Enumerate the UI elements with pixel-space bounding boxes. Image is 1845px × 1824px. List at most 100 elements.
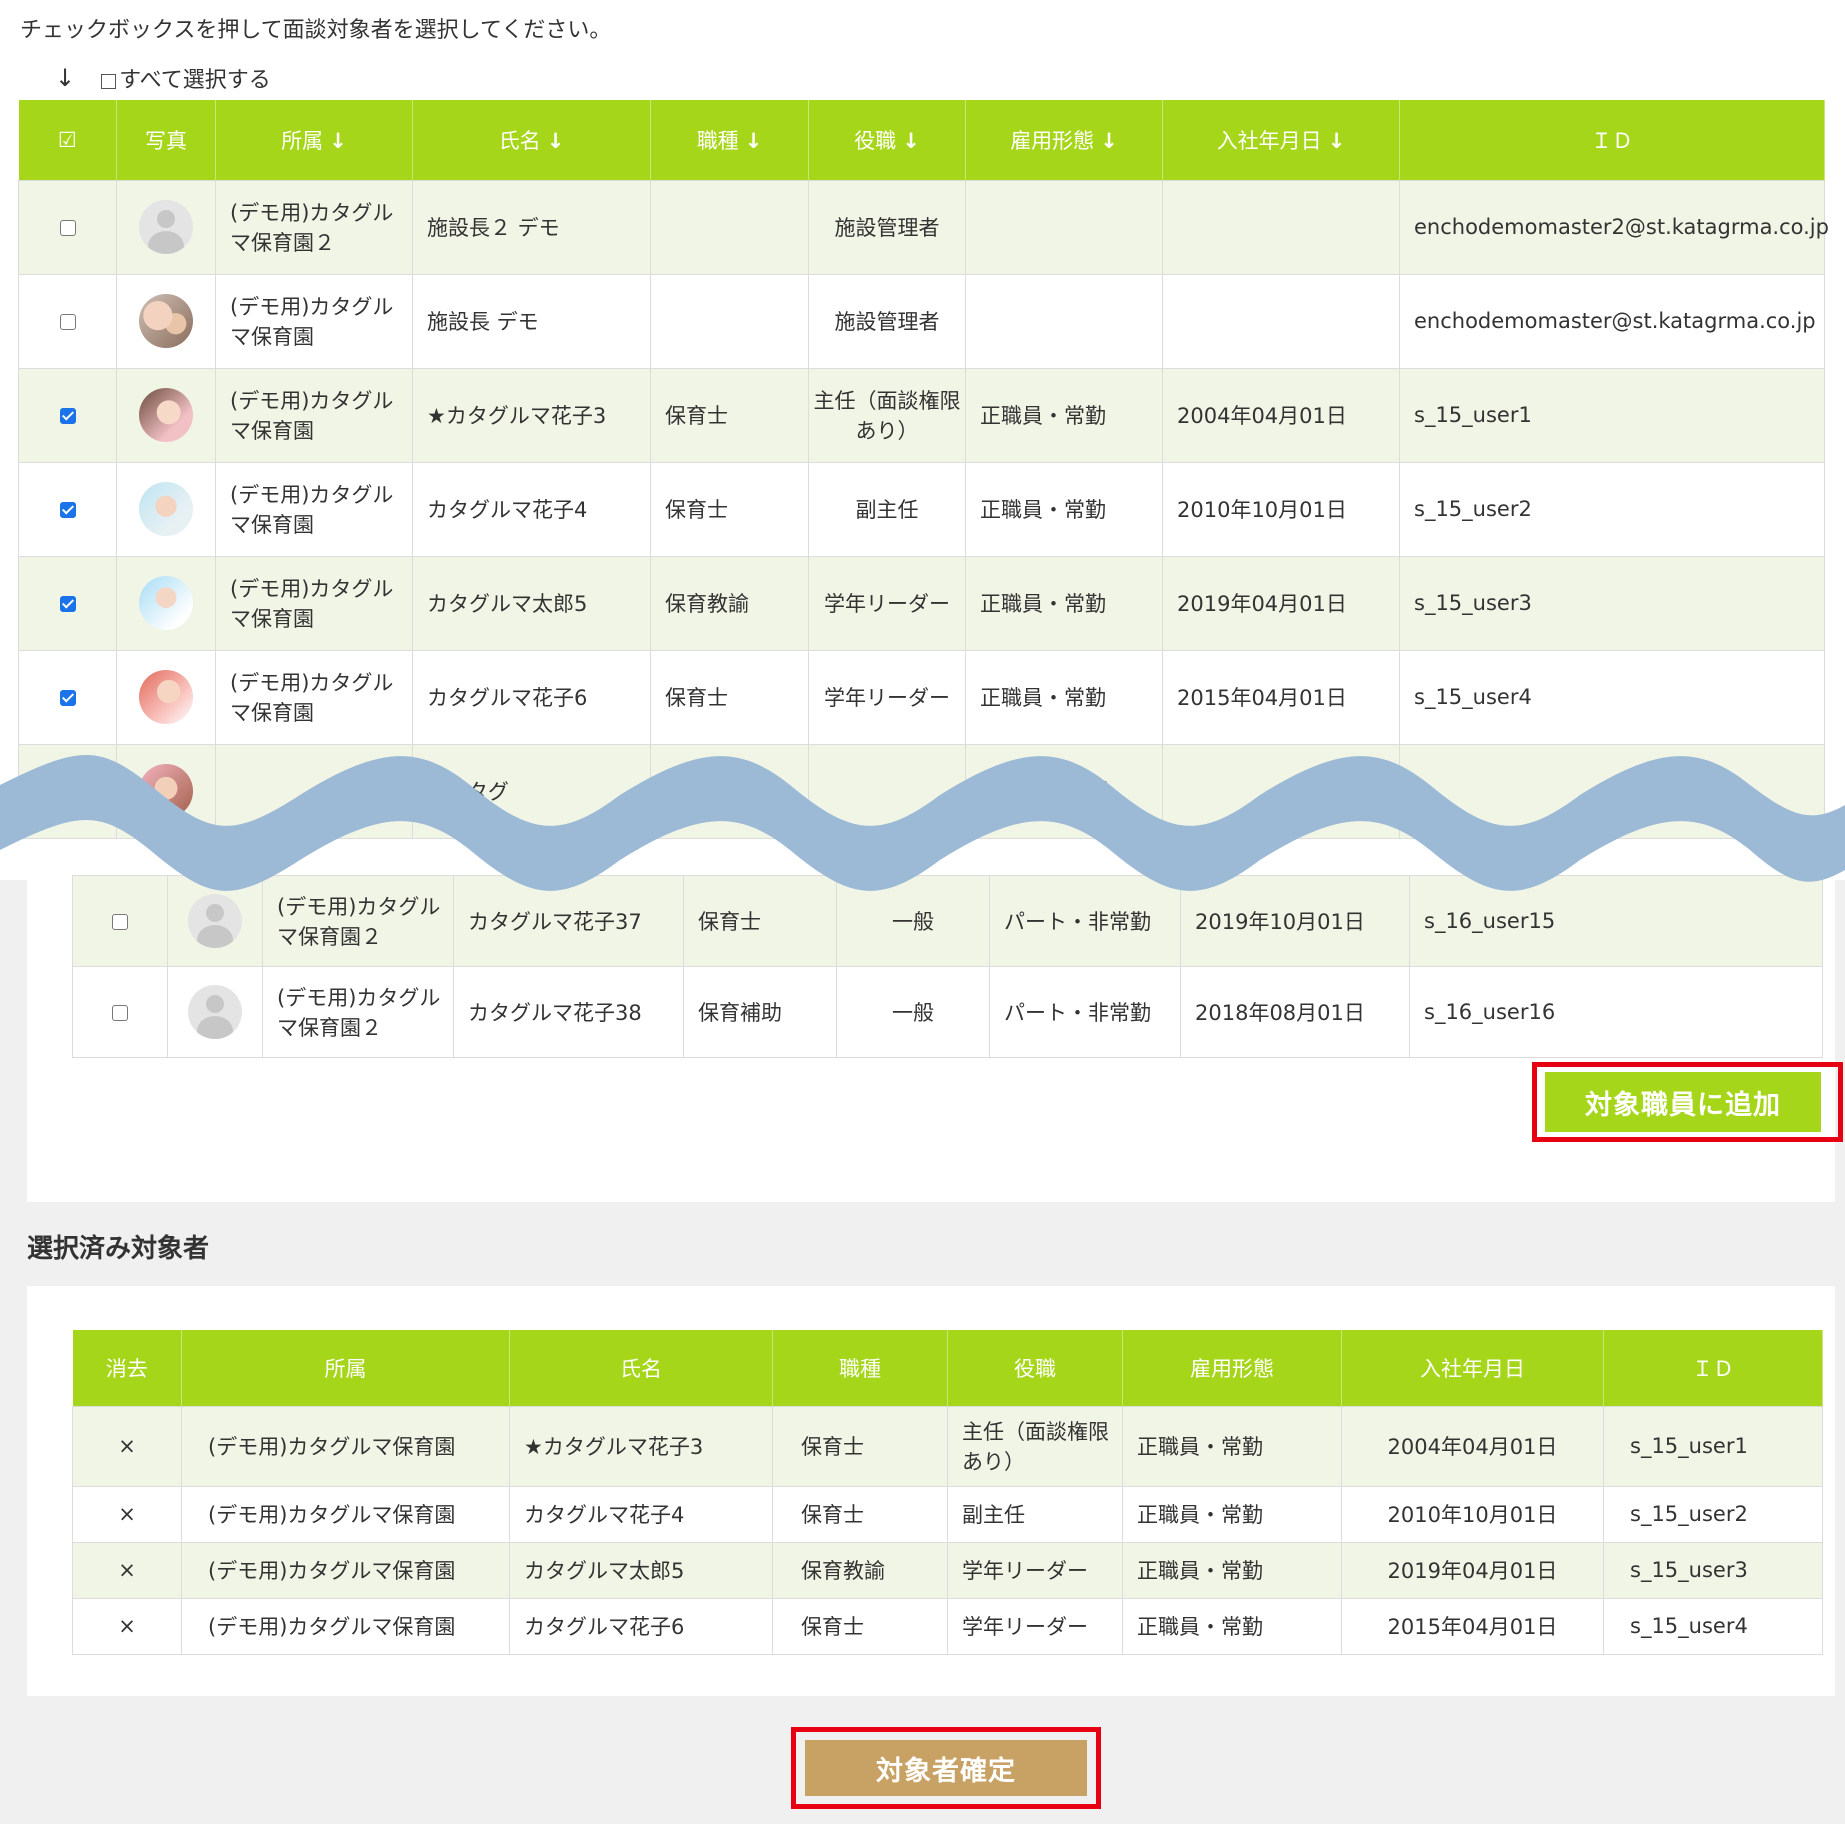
remove-icon[interactable]: × xyxy=(72,1485,182,1543)
cell-id: s_15_user2 xyxy=(1399,461,1825,557)
cell-position: 主任（面談権限あり） xyxy=(808,367,966,463)
cell-affiliation: (デモ用)カタグルマ保育園 xyxy=(181,1541,510,1599)
sort-arrow-icon: ↓ xyxy=(902,128,920,153)
confirm-targets-button[interactable]: 対象者確定 xyxy=(805,1740,1087,1796)
table-row: (デモ用)カタグルマ保育園 カタグルマ花子6 保育士 学年リーダー 正職員・常勤… xyxy=(18,649,1825,745)
avatar xyxy=(139,670,193,724)
header-check-all[interactable]: ☑ xyxy=(18,100,117,180)
cell-id: s_15_user4 xyxy=(1603,1597,1823,1655)
staff-table-header: ☑ 写真 所属 ↓ 氏名 ↓ 職種 ↓ 役職 ↓ 雇用形態 ↓ 入社年月日 ↓ ＩＤ xyxy=(18,100,1825,180)
cell-id: s_15_user1 xyxy=(1399,367,1825,463)
remove-icon[interactable]: × xyxy=(72,1541,182,1599)
row-checkbox[interactable] xyxy=(112,914,128,930)
cell-name: カタグルマ太郎5 xyxy=(509,1541,773,1599)
cell-joined: 2019年04月01日 xyxy=(1341,1541,1604,1599)
header-joined: 入社年月日 xyxy=(1341,1330,1604,1406)
sort-arrow-icon: ↓ xyxy=(1327,128,1346,153)
header-employment: 雇用形態 xyxy=(1122,1330,1342,1406)
row-checkbox[interactable] xyxy=(59,690,76,706)
header-affiliation[interactable]: 所属 ↓ xyxy=(215,100,413,180)
cell-id: s_15_user1 xyxy=(1603,1405,1823,1487)
header-position: 役職 xyxy=(947,1330,1123,1406)
cell-joined: 2004年04月01日 xyxy=(1162,367,1400,463)
cell-joined: 2018年08月01日 xyxy=(1180,966,1410,1058)
row-checkbox[interactable] xyxy=(59,502,76,518)
cell-name: カタグルマ太郎5 xyxy=(412,555,651,651)
cell-id: s_15_user3 xyxy=(1399,555,1825,651)
cell-id: s_16_user16 xyxy=(1409,966,1823,1058)
table-row: (デモ用)カタグルマ保育園２ カタグルマ花子38 保育補助 一般 パート・非常勤… xyxy=(72,966,1823,1058)
cell-joined: 2019年04月01日 xyxy=(1162,555,1400,651)
row-checkbox[interactable] xyxy=(59,596,76,612)
arrow-down-icon: ↓ xyxy=(55,64,76,92)
cell-name: カタグルマ花子6 xyxy=(412,649,651,745)
cell-name: カタグルマ花子4 xyxy=(509,1485,773,1543)
cell-affiliation: (デモ用)カタグルマ保育園 xyxy=(181,1485,510,1543)
header-joined[interactable]: 入社年月日 ↓ xyxy=(1162,100,1400,180)
sort-arrow-icon: ↓ xyxy=(1100,128,1118,153)
header-name: 氏名 xyxy=(509,1330,773,1406)
select-all-checkbox[interactable]: すべて選択する xyxy=(101,62,271,94)
selected-table: 消去 所属 氏名 職種 役職 雇用形態 入社年月日 ＩＤ × (デモ用)カタグル… xyxy=(72,1330,1823,1655)
cell-position: 施設管理者 xyxy=(808,273,966,369)
cell-affiliation: (デモ用)カタグルマ保育園 xyxy=(215,273,413,369)
cell-affiliation: (デモ用)カタグルマ保育園２ xyxy=(262,966,454,1058)
cell-position: 副主任 xyxy=(808,461,966,557)
cell-job xyxy=(650,179,809,275)
selected-section-title: 選択済み対象者 xyxy=(27,1234,210,1264)
header-job: 職種 xyxy=(772,1330,948,1406)
sort-arrow-icon: ↓ xyxy=(744,128,763,153)
cell-employment: 正職員・常勤 xyxy=(965,649,1163,745)
header-id: ＩＤ xyxy=(1399,100,1825,180)
remove-icon[interactable]: × xyxy=(72,1405,182,1487)
cell-name: カタグルマ花子38 xyxy=(453,966,684,1058)
cell-position: 副主任 xyxy=(947,1485,1123,1543)
cell-job xyxy=(650,273,809,369)
select-all-label: すべて選択する xyxy=(119,68,271,93)
cell-name: 施設長 デモ xyxy=(412,273,651,369)
cell-name: ★カタグルマ花子3 xyxy=(412,367,651,463)
row-checkbox[interactable] xyxy=(112,1005,128,1021)
cell-employment: 正職員・常勤 xyxy=(1122,1405,1342,1487)
header-position[interactable]: 役職 ↓ xyxy=(808,100,966,180)
cell-employment xyxy=(965,273,1163,369)
row-checkbox[interactable] xyxy=(59,220,76,236)
row-checkbox[interactable] xyxy=(59,314,76,330)
cell-job: 保育教諭 xyxy=(772,1541,948,1599)
header-employment[interactable]: 雇用形態 ↓ xyxy=(965,100,1163,180)
cell-position: 学年リーダー xyxy=(947,1541,1123,1599)
cell-job: 保育士 xyxy=(772,1405,948,1487)
cell-name: カタグルマ花子6 xyxy=(509,1597,773,1655)
cell-name: カタグルマ花子4 xyxy=(412,461,651,557)
selected-table-header: 消去 所属 氏名 職種 役職 雇用形態 入社年月日 ＩＤ xyxy=(72,1330,1823,1406)
cell-position: 施設管理者 xyxy=(808,179,966,275)
header-id: ＩＤ xyxy=(1603,1330,1823,1406)
cell-employment: 正職員・常勤 xyxy=(965,367,1163,463)
cell-affiliation: (デモ用)カタグルマ保育園 xyxy=(215,555,413,651)
cell-position: 一般 xyxy=(836,966,990,1058)
cell-name: ★カタグルマ花子3 xyxy=(509,1405,773,1487)
cell-job: 保育士 xyxy=(772,1597,948,1655)
cell-affiliation: (デモ用)カタグルマ保育園 xyxy=(181,1405,510,1487)
row-checkbox[interactable] xyxy=(59,408,76,424)
cell-job: 保育士 xyxy=(650,367,809,463)
header-name[interactable]: 氏名 ↓ xyxy=(412,100,651,180)
avatar xyxy=(139,294,193,348)
avatar xyxy=(139,200,193,254)
header-job[interactable]: 職種 ↓ xyxy=(650,100,809,180)
cell-job: 保育補助 xyxy=(683,966,837,1058)
cell-affiliation: (デモ用)カタグルマ保育園 xyxy=(215,649,413,745)
cell-employment: 正職員・常勤 xyxy=(1122,1541,1342,1599)
table-row: (デモ用)カタグルマ保育園 施設長 デモ 施設管理者 enchodemomast… xyxy=(18,273,1825,369)
remove-icon[interactable]: × xyxy=(72,1597,182,1655)
cell-id: s_15_user2 xyxy=(1603,1485,1823,1543)
avatar xyxy=(139,388,193,442)
cell-position: 主任（面談権限あり） xyxy=(947,1405,1123,1487)
cell-affiliation: (デモ用)カタグルマ保育園 xyxy=(181,1597,510,1655)
cell-employment: 正職員・常勤 xyxy=(965,555,1163,651)
table-row: (デモ用)カタグルマ保育園２ 施設長２ デモ 施設管理者 enchodemoma… xyxy=(18,179,1829,275)
selected-row: × (デモ用)カタグルマ保育園 カタグルマ花子4 保育士 副主任 正職員・常勤 … xyxy=(72,1485,1823,1543)
table-row: (デモ用)カタグルマ保育園 カタグルマ花子4 保育士 副主任 正職員・常勤 20… xyxy=(18,461,1825,557)
cell-joined: 2015年04月01日 xyxy=(1162,649,1400,745)
add-to-target-button[interactable]: 対象職員に追加 xyxy=(1545,1072,1821,1132)
